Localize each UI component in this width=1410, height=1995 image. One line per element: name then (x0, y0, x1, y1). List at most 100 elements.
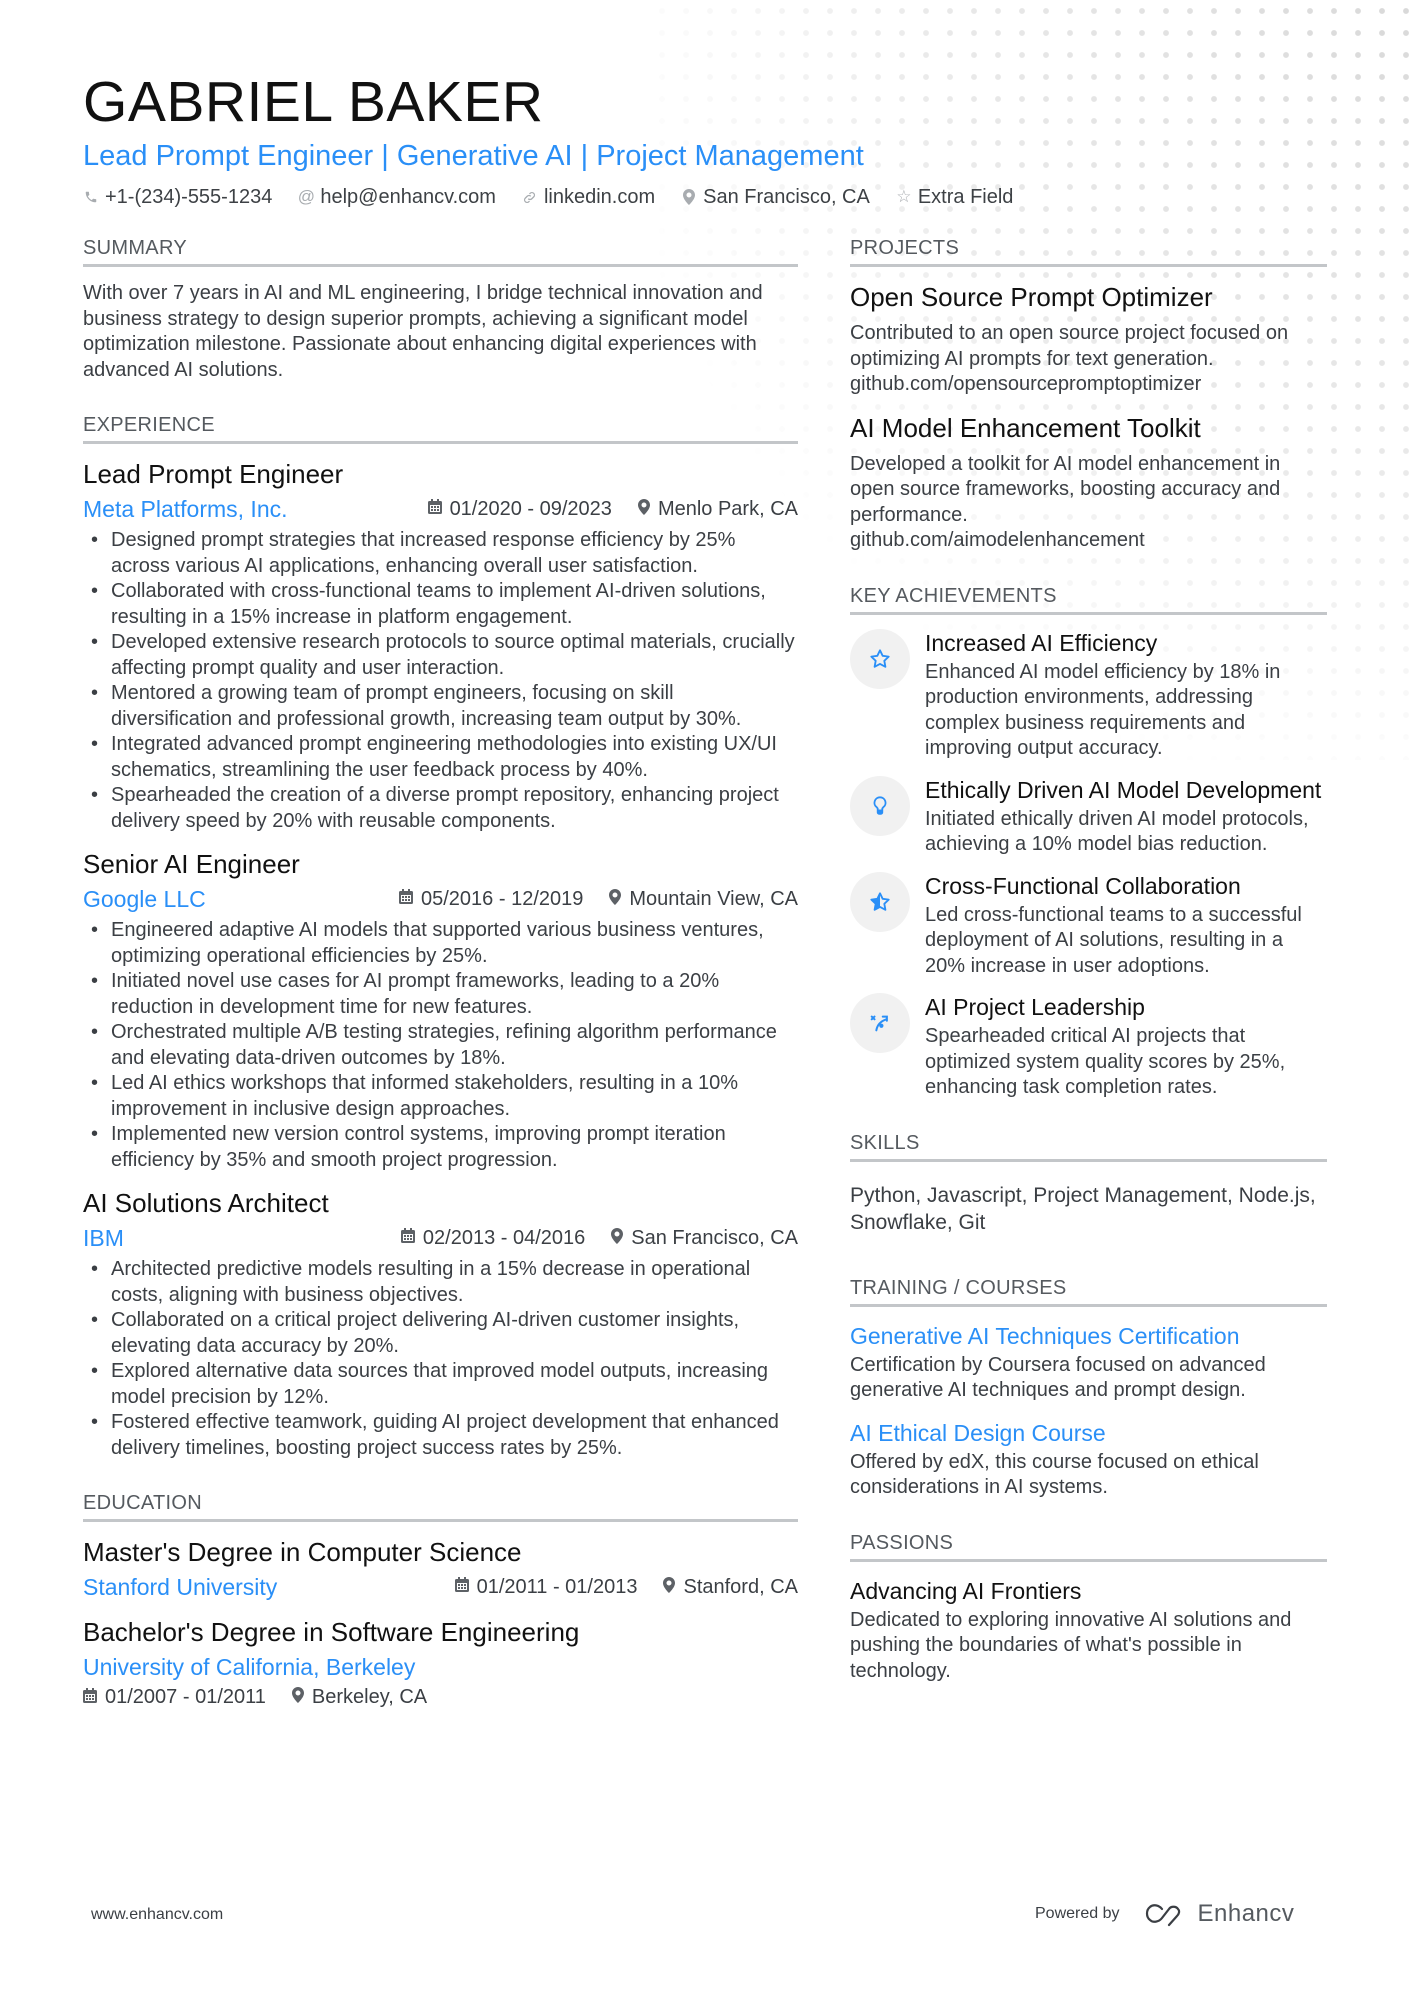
education-meta: University of California, Berkeley (83, 1652, 798, 1682)
education-location-text: Berkeley, CA (311, 1686, 428, 1708)
school-name: University of California, Berkeley (83, 1653, 416, 1680)
education-dates: 01/2011 - 01/2013 (454, 1576, 637, 1599)
project-description: Developed a toolkit for AI model enhance… (850, 452, 1281, 526)
job-bullet: Spearheaded the creation of a diverse pr… (83, 783, 798, 834)
achievement-description: Initiated ethically driven AI model prot… (925, 807, 1309, 856)
education-entry: Bachelor's Degree in Software Engineerin… (83, 1616, 798, 1709)
job-location: San Francisco, CA (611, 1227, 798, 1250)
contact-bar: +1-(234)-555-1234 @ help@enhancv.com lin… (83, 184, 1333, 210)
job-dates: 01/2020 - 09/2023 (427, 497, 612, 521)
experience-section: EXPERIENCE Lead Prompt Engineer Meta Pla… (83, 413, 798, 1461)
job-bullet: Orchestrated multiple A/B testing strate… (83, 1020, 798, 1071)
education-dates: 01/2007 - 01/2011 (83, 1686, 266, 1709)
achievement-description: Led cross-functional teams to a successf… (925, 903, 1302, 977)
projects-section: PROJECTS Open Source Prompt Optimizer Co… (850, 236, 1327, 554)
strategy-icon (850, 993, 910, 1053)
passion-description: Dedicated to exploring innovative AI sol… (850, 1608, 1292, 1682)
calendar-icon (454, 1577, 469, 1597)
achievement-description: Spearheaded critical AI projects that op… (925, 1025, 1286, 1098)
calendar-icon (83, 1687, 97, 1708)
job-dates: 02/2013 - 04/2016 (400, 1226, 586, 1250)
achievements-section: KEY ACHIEVEMENTS Increased AI Efficiency… (850, 584, 1327, 1101)
achievement-title: Ethically Driven AI Model Development (925, 776, 1322, 803)
job-dates-text: 01/2020 - 09/2023 (449, 497, 612, 520)
education-meta: Stanford University 01/2011 - 01/2013 St… (83, 1572, 798, 1602)
achievement-title: Cross-Functional Collaboration (925, 872, 1241, 899)
project-link[interactable]: github.com/opensourcepromptoptimizer (850, 372, 1327, 398)
job-title: Lead Prompt Engineer (83, 459, 344, 489)
lightbulb-icon (850, 775, 910, 836)
location-icon (637, 498, 650, 520)
left-column: SUMMARY With over 7 years in AI and ML e… (83, 236, 798, 1735)
training-section: TRAINING / COURSES Generative AI Techniq… (850, 1276, 1327, 1501)
section-title-training: TRAINING / COURSES (850, 1276, 1327, 1307)
job-meta: Google LLC 05/2016 - 12/2019 Mountain Vi… (83, 884, 798, 914)
course-title: Generative AI Techniques Certification (850, 1322, 1240, 1349)
achievement-title: Increased AI Efficiency (925, 629, 1158, 656)
company-name: Meta Platforms, Inc. (83, 495, 288, 522)
job-bullet: Engineered adaptive AI models that suppo… (83, 918, 798, 969)
resume-header: GABRIEL BAKER Lead Prompt Engineer | Gen… (83, 72, 1333, 210)
contact-location: San Francisco, CA (681, 184, 870, 210)
degree-title: Bachelor's Degree in Software Engineerin… (83, 1617, 580, 1647)
calendar-icon (399, 889, 413, 909)
course-description: Certification by Coursera focused on adv… (850, 1353, 1266, 1402)
achievement-entry: Cross-Functional Collaboration Led cross… (850, 871, 1327, 980)
job-meta: Meta Platforms, Inc. 01/2020 - 09/2023 M… (83, 494, 798, 524)
education-meta-row: 01/2007 - 01/2011 Berkeley, CA (83, 1686, 798, 1709)
education-location: Berkeley, CA (291, 1686, 428, 1709)
star-half-icon (850, 871, 910, 932)
job-meta: IBM 02/2013 - 04/2016 San Francisco, CA (83, 1223, 798, 1253)
summary-text: With over 7 years in AI and ML engineeri… (83, 282, 763, 381)
experience-entry: AI Solutions Architect IBM 02/2013 - 04/… (83, 1187, 798, 1461)
section-title-passions: PASSIONS (850, 1531, 1327, 1562)
contact-extra-text: Extra Field (917, 186, 1014, 208)
education-dates-text: 01/2007 - 01/2011 (105, 1686, 266, 1708)
job-bullet: Mentored a growing team of prompt engine… (83, 681, 798, 732)
section-title-summary: SUMMARY (83, 236, 798, 267)
job-bullets: Designed prompt strategies that increase… (83, 528, 798, 834)
candidate-title: Lead Prompt Engineer | Generative AI | P… (83, 140, 864, 172)
location-icon (291, 1687, 304, 1708)
passion-title: Advancing AI Frontiers (850, 1577, 1082, 1604)
contact-location-text: San Francisco, CA (703, 186, 870, 208)
powered-by-label: Powered by (1035, 1905, 1120, 1922)
job-bullet: Initiated novel use cases for AI prompt … (83, 969, 798, 1020)
achievement-entry: Increased AI Efficiency Enhanced AI mode… (850, 628, 1327, 762)
contact-email[interactable]: @ help@enhancv.com (298, 184, 496, 210)
section-title-skills: SKILLS (850, 1131, 1327, 1162)
section-title-experience: EXPERIENCE (83, 413, 798, 444)
job-location: Mountain View, CA (609, 888, 798, 911)
location-icon (609, 888, 622, 910)
contact-linkedin[interactable]: linkedin.com (522, 184, 655, 210)
job-dates-text: 02/2013 - 04/2016 (422, 1226, 586, 1249)
course-entry: AI Ethical Design Course Offered by edX,… (850, 1418, 1327, 1501)
job-bullet: Fostered effective teamwork, guiding AI … (83, 1410, 798, 1461)
achievement-description: Enhanced AI model efficiency by 18% in p… (925, 660, 1281, 760)
job-location-text: San Francisco, CA (631, 1226, 798, 1249)
job-bullet: Collaborated on a critical project deliv… (83, 1308, 798, 1359)
phone-icon (83, 190, 99, 204)
job-location-text: Mountain View, CA (629, 887, 798, 910)
link-icon (522, 190, 538, 205)
project-link[interactable]: github.com/aimodelenhancement (850, 528, 1327, 554)
right-column: PROJECTS Open Source Prompt Optimizer Co… (850, 236, 1327, 1710)
job-bullets: Engineered adaptive AI models that suppo… (83, 918, 798, 1173)
job-bullet: Integrated advanced prompt engineering m… (83, 732, 798, 783)
job-bullet: Developed extensive research protocols t… (83, 630, 798, 681)
location-icon (611, 1227, 624, 1249)
candidate-name: GABRIEL BAKER (83, 70, 544, 134)
contact-phone-text: +1-(234)-555-1234 (105, 186, 273, 208)
achievement-entry: AI Project Leadership Spearheaded critic… (850, 993, 1327, 1101)
enhancv-logo[interactable]: Enhancv (1142, 1900, 1295, 1928)
education-location-text: Stanford, CA (683, 1575, 798, 1598)
project-entry: AI Model Enhancement Toolkit Developed a… (850, 412, 1327, 554)
achievement-entry: Ethically Driven AI Model Development In… (850, 775, 1327, 858)
footer-website[interactable]: www.enhancv.com (91, 1906, 223, 1924)
contact-phone[interactable]: +1-(234)-555-1234 (83, 184, 272, 210)
education-location: Stanford, CA (663, 1576, 798, 1599)
section-title-education: EDUCATION (83, 1491, 798, 1522)
job-bullet: Architected predictive models resulting … (83, 1257, 798, 1308)
contact-email-text: help@enhancv.com (320, 186, 496, 208)
job-bullet: Led AI ethics workshops that informed st… (83, 1071, 798, 1122)
